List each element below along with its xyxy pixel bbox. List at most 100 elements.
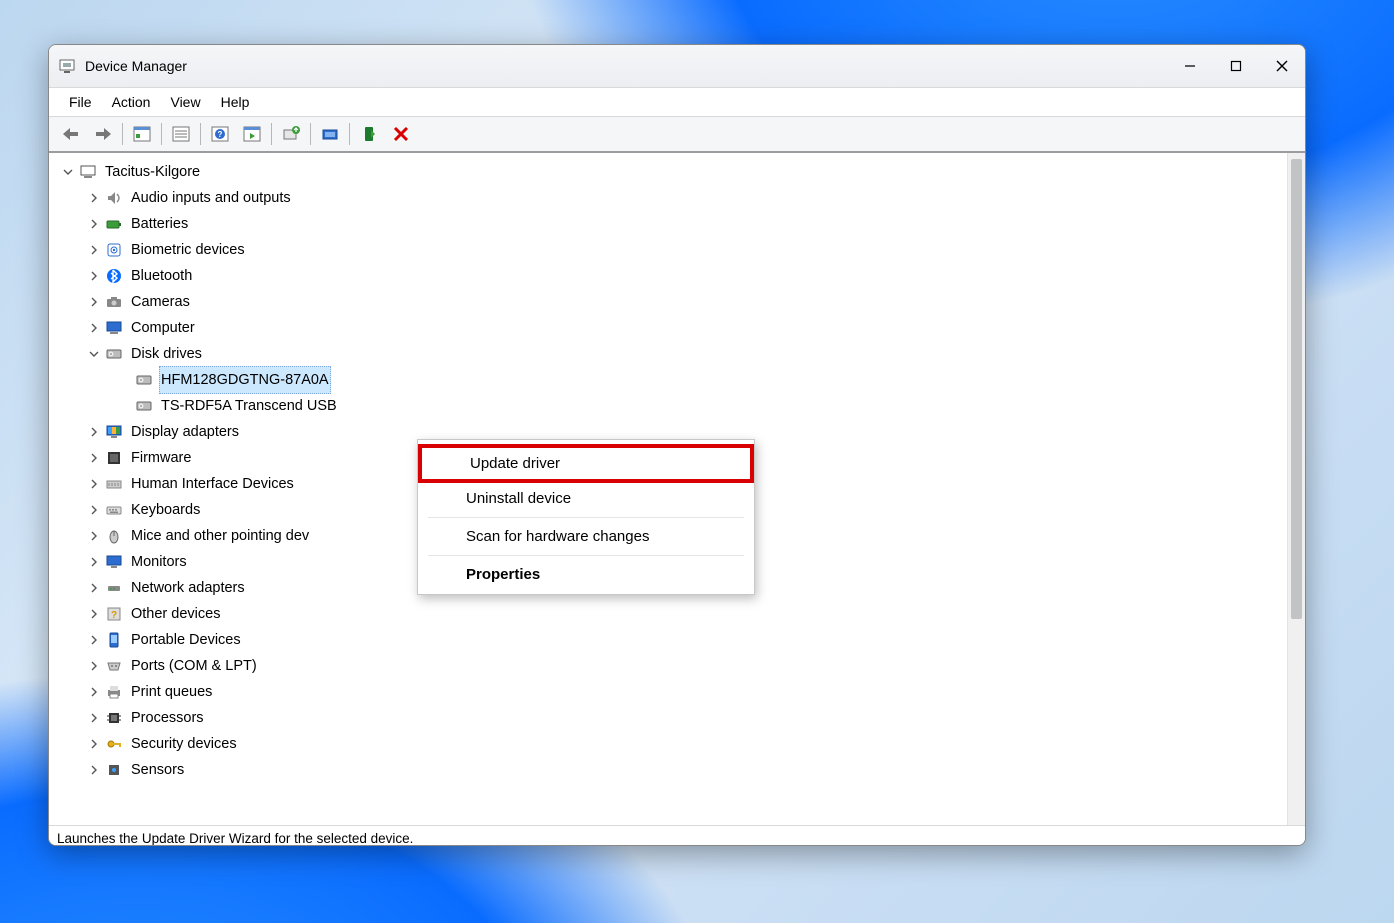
tree-label: Portable Devices [129,627,243,653]
tree-label: Tacitus-Kilgore [103,159,202,185]
tree-label: Firmware [129,445,193,471]
tree-label: TS-RDF5A Transcend USB [159,393,339,419]
mouse-icon [105,527,123,545]
tree-label: Display adapters [129,419,241,445]
expand-icon[interactable] [87,295,101,309]
collapse-icon[interactable] [61,165,75,179]
tree-item-disk-drives[interactable]: Disk drives [57,341,1287,367]
tree-item-computer[interactable]: Computer [57,315,1287,341]
vertical-scrollbar[interactable] [1287,153,1305,825]
expand-icon[interactable] [87,191,101,205]
tree-item-sensors[interactable]: Sensors [57,757,1287,783]
computer-icon [79,163,97,181]
toolbar-separator [161,123,162,145]
menu-file[interactable]: File [59,91,102,113]
context-uninstall-device[interactable]: Uninstall device [418,483,754,514]
collapse-icon[interactable] [87,347,101,361]
port-icon [105,657,123,675]
tree-item-security[interactable]: Security devices [57,731,1287,757]
network-icon [105,579,123,597]
expand-icon[interactable] [87,555,101,569]
expand-icon[interactable] [87,321,101,335]
tree-label: Other devices [129,601,222,627]
scroll-thumb[interactable] [1291,159,1302,619]
context-separator [428,555,744,556]
context-menu: Update driver Uninstall device Scan for … [417,439,755,595]
tree-label: Cameras [129,289,192,315]
app-icon [59,58,75,74]
disable-device-button[interactable] [387,120,415,148]
disk-icon [135,371,153,389]
update-driver-button[interactable] [277,120,305,148]
tree-label: Mice and other pointing dev [129,523,311,549]
tree-item-batteries[interactable]: Batteries [57,211,1287,237]
expand-icon[interactable] [87,425,101,439]
forward-button[interactable] [89,120,117,148]
context-properties[interactable]: Properties [418,559,754,590]
disk-icon [105,345,123,363]
tree-item-disk1[interactable]: HFM128GDGTNG-87A0A [57,367,1287,393]
scan-hardware-button[interactable] [238,120,266,148]
expand-icon[interactable] [87,503,101,517]
menu-action[interactable]: Action [102,91,161,113]
tree-item-biometric[interactable]: Biometric devices [57,237,1287,263]
uninstall-device-button[interactable] [316,120,344,148]
status-text: Launches the Update Driver Wizard for th… [57,831,413,846]
svg-text:?: ? [111,610,117,621]
titlebar[interactable]: Device Manager [49,45,1305,88]
show-hide-tree-button[interactable] [128,120,156,148]
other-icon: ? [105,605,123,623]
tree-label: Processors [129,705,206,731]
expand-icon[interactable] [87,607,101,621]
cpu-icon [105,709,123,727]
tree-item-cameras[interactable]: Cameras [57,289,1287,315]
expand-icon[interactable] [87,477,101,491]
svg-text:?: ? [218,130,223,139]
tree-label: Ports (COM & LPT) [129,653,259,679]
tree-label: Computer [129,315,197,341]
tree-spacer [117,373,131,387]
expand-icon[interactable] [87,451,101,465]
expand-icon[interactable] [87,633,101,647]
expand-icon[interactable] [87,711,101,725]
enable-device-button[interactable] [355,120,383,148]
tree-item-audio[interactable]: Audio inputs and outputs [57,185,1287,211]
expand-icon[interactable] [87,763,101,777]
expand-icon[interactable] [87,737,101,751]
tree-item-processors[interactable]: Processors [57,705,1287,731]
context-scan-hardware[interactable]: Scan for hardware changes [418,521,754,552]
tree-item-other[interactable]: ? Other devices [57,601,1287,627]
maximize-button[interactable] [1213,45,1259,87]
tree-root[interactable]: Tacitus-Kilgore [57,159,1287,185]
properties-button[interactable] [167,120,195,148]
menu-help[interactable]: Help [211,91,260,113]
key-icon [105,735,123,753]
tree-item-ports[interactable]: Ports (COM & LPT) [57,653,1287,679]
toolbar-separator [349,123,350,145]
menu-view[interactable]: View [160,91,210,113]
expand-icon[interactable] [87,581,101,595]
expand-icon[interactable] [87,659,101,673]
tree-item-disk2[interactable]: TS-RDF5A Transcend USB [57,393,1287,419]
tree-label: Keyboards [129,497,202,523]
expand-icon[interactable] [87,529,101,543]
close-button[interactable] [1259,45,1305,87]
expand-icon[interactable] [87,685,101,699]
expand-icon[interactable] [87,217,101,231]
biometric-icon [105,241,123,259]
minimize-button[interactable] [1167,45,1213,87]
expand-icon[interactable] [87,243,101,257]
expand-icon[interactable] [87,269,101,283]
tree-label: Audio inputs and outputs [129,185,293,211]
context-update-driver[interactable]: Update driver [418,444,754,483]
computer-icon [105,319,123,337]
tree-label: Print queues [129,679,214,705]
tree-label: Sensors [129,757,186,783]
camera-icon [105,293,123,311]
back-button[interactable] [57,120,85,148]
tree-item-printq[interactable]: Print queues [57,679,1287,705]
tree-item-portable[interactable]: Portable Devices [57,627,1287,653]
tree-item-bluetooth[interactable]: Bluetooth [57,263,1287,289]
toolbar: ? [49,117,1305,153]
help-button[interactable]: ? [206,120,234,148]
